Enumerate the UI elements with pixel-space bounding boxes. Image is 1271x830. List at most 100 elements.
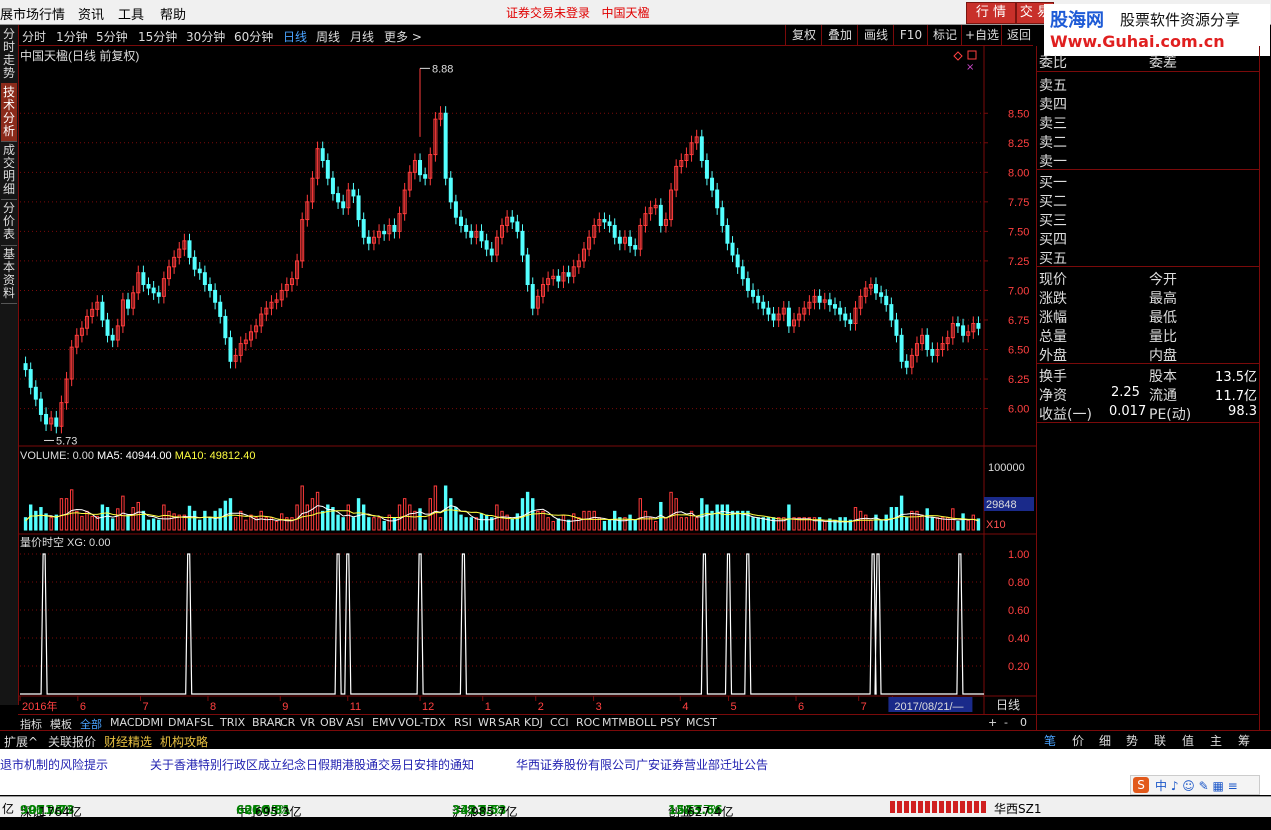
tab-price[interactable]: 价 [1072, 732, 1084, 749]
volume-bar [126, 514, 130, 531]
tab-trades[interactable]: 成交明细 [1, 141, 17, 200]
ask5-label: 卖五 [1039, 78, 1067, 94]
period-60min[interactable]: 60分钟 [234, 28, 273, 45]
menu-news[interactable]: 资讯 [78, 4, 104, 23]
indicator-tab-6[interactable]: FSL [194, 716, 213, 729]
period-monthly[interactable]: 月线 [350, 28, 374, 45]
period-weekly[interactable]: 周线 [316, 28, 340, 45]
indicator-tab-8[interactable]: BRAR [252, 716, 282, 729]
tab-related[interactable]: 联 [1154, 732, 1166, 749]
indicator-tab-16[interactable]: WR [478, 716, 497, 729]
indicator-tab-23[interactable]: PSY [660, 716, 680, 729]
adjust-button[interactable]: 复权 [785, 25, 822, 45]
tab-institution[interactable]: 机构攻略 [160, 733, 208, 750]
candle-body [761, 301, 766, 309]
index-sme[interactable]: 中小 6260.81 -66.59 -1.05% 695.3亿 [236, 800, 301, 819]
volume-bar [34, 510, 38, 531]
open-label: 今开 [1149, 272, 1177, 288]
overlay-button[interactable]: 叠加 [821, 25, 858, 45]
volume-bar [510, 518, 514, 531]
indicator-tab-14[interactable]: VOL-TDX [398, 716, 446, 729]
indicator-tab-22[interactable]: BOLL [628, 716, 656, 729]
candle-body [361, 219, 366, 238]
index-gem[interactable]: 创业 1543.66 -2.57 -0.17% 627.4亿 [668, 800, 733, 819]
back-button[interactable]: 返回 [1001, 25, 1036, 45]
tab-price-table[interactable]: 分价表 [1, 199, 17, 246]
indicator-tab-10[interactable]: VR [300, 716, 315, 729]
indicator-tab-20[interactable]: ROC [576, 716, 600, 729]
volume-bar [244, 519, 248, 531]
menu-market[interactable]: 展市场行情 [0, 4, 65, 23]
indicator-tab-19[interactable]: CCI [550, 716, 569, 729]
index-hs[interactable]: 沪深 3423.53 -35.73 -1.03% 985.7亿 [452, 800, 517, 819]
volume-bar [59, 498, 64, 531]
menu-help[interactable]: 帮助 [160, 4, 186, 23]
tab-technical[interactable]: 技术分析 [1, 83, 17, 142]
tab-trend[interactable]: 势 [1126, 732, 1138, 749]
indicator-tab-18[interactable]: KDJ [524, 716, 543, 729]
volume-bar [433, 485, 438, 531]
volume-bar [720, 504, 724, 531]
period-15min[interactable]: 15分钟 [138, 28, 177, 45]
news-item[interactable]: 退市机制的风险提示 [0, 756, 108, 773]
f10-button[interactable]: F10 [893, 25, 928, 45]
draw-button[interactable]: 画线 [857, 25, 894, 45]
volume-bar [484, 514, 489, 531]
candle-body [126, 299, 131, 309]
indicator-control-2[interactable]: 0 [1020, 716, 1027, 729]
volume-ma5-line [25, 505, 979, 523]
index-shenzhen[interactable]: 深证 9071.73 -96.93 -1.06% 1764亿 [20, 800, 82, 819]
volume-bar [715, 504, 719, 531]
news-item[interactable]: 关于香港特别行政区成立纪念日假期港股通交易日安排的通知 [150, 756, 474, 773]
chart-area[interactable]: 中国天楹(日线 前复权) 6.00 6.25 6.50 6.75 7.00 7.25 7.5… [18, 46, 1036, 714]
mark-button[interactable]: 标记 [927, 25, 962, 45]
period-5min[interactable]: 5分钟 [96, 28, 128, 45]
tab-detail[interactable]: 细 [1099, 732, 1111, 749]
menu-tools[interactable]: 工具 [118, 4, 144, 23]
volume-bar [167, 510, 171, 531]
indicator-control-1[interactable]: - [1004, 716, 1008, 729]
period-more[interactable]: 更多 > [384, 28, 422, 45]
add-watchlist-button[interactable]: +自选 [961, 25, 1002, 45]
tab-expand[interactable]: 扩展^ [4, 733, 38, 750]
period-daily[interactable]: 日线 [283, 28, 307, 45]
indicator-tab-4[interactable]: DMI [142, 716, 163, 729]
indicator-tab-17[interactable]: SAR [498, 716, 520, 729]
candle-body [382, 230, 387, 235]
volume-bar [971, 514, 976, 531]
pe-label: PE(动) [1149, 407, 1192, 423]
indicator-control-0[interactable]: + [988, 716, 997, 729]
indicator-tab-9[interactable]: CR [280, 716, 295, 729]
candle-body [228, 337, 233, 362]
indicator-tab-7[interactable]: TRIX [220, 716, 245, 729]
tab-ticks[interactable]: 笔 [1044, 732, 1056, 749]
tab-main[interactable]: 主 [1210, 732, 1222, 749]
indicator-tab-5[interactable]: DMA [168, 716, 194, 729]
tab-related-quotes[interactable]: 关联报价 [48, 733, 96, 750]
indicator-tab-12[interactable]: ASI [346, 716, 364, 729]
ime-toolbar[interactable]: S 中 ♪ ☺ ✎ ▦ ≡ [1130, 775, 1260, 795]
indicator-tab-15[interactable]: RSI [454, 716, 472, 729]
candle-body [725, 224, 730, 244]
indicator-tab-11[interactable]: OBV [320, 716, 343, 729]
quote-button[interactable]: 行 情 [966, 2, 1016, 24]
left-tabs: 分时走势 技术分析 成交明细 分价表 基本资料 [0, 25, 19, 705]
volume-bar [162, 504, 166, 531]
tab-value[interactable]: 值 [1182, 732, 1194, 749]
indicator-tab-21[interactable]: MTM [602, 716, 628, 729]
indicator-tab-24[interactable]: MCST [686, 716, 717, 729]
candle-body [520, 230, 525, 256]
period-1min[interactable]: 1分钟 [56, 28, 88, 45]
tab-finance-picks[interactable]: 财经精选 [104, 733, 152, 750]
candles [23, 67, 981, 441]
candle-body [633, 245, 638, 250]
news-item[interactable]: 华西证券股份有限公司广安证券营业部迁址公告 [516, 756, 768, 773]
period-30min[interactable]: 30分钟 [186, 28, 225, 45]
candle-body [330, 177, 335, 195]
indicator-tab-3[interactable]: MACD [110, 716, 143, 729]
tab-fundamentals[interactable]: 基本资料 [1, 245, 17, 304]
tab-intraday[interactable]: 分时走势 [1, 25, 17, 84]
period-intraday[interactable]: 分时 [22, 28, 46, 45]
indicator-tab-13[interactable]: EMV [372, 716, 396, 729]
tab-chips[interactable]: 筹 [1238, 732, 1250, 749]
